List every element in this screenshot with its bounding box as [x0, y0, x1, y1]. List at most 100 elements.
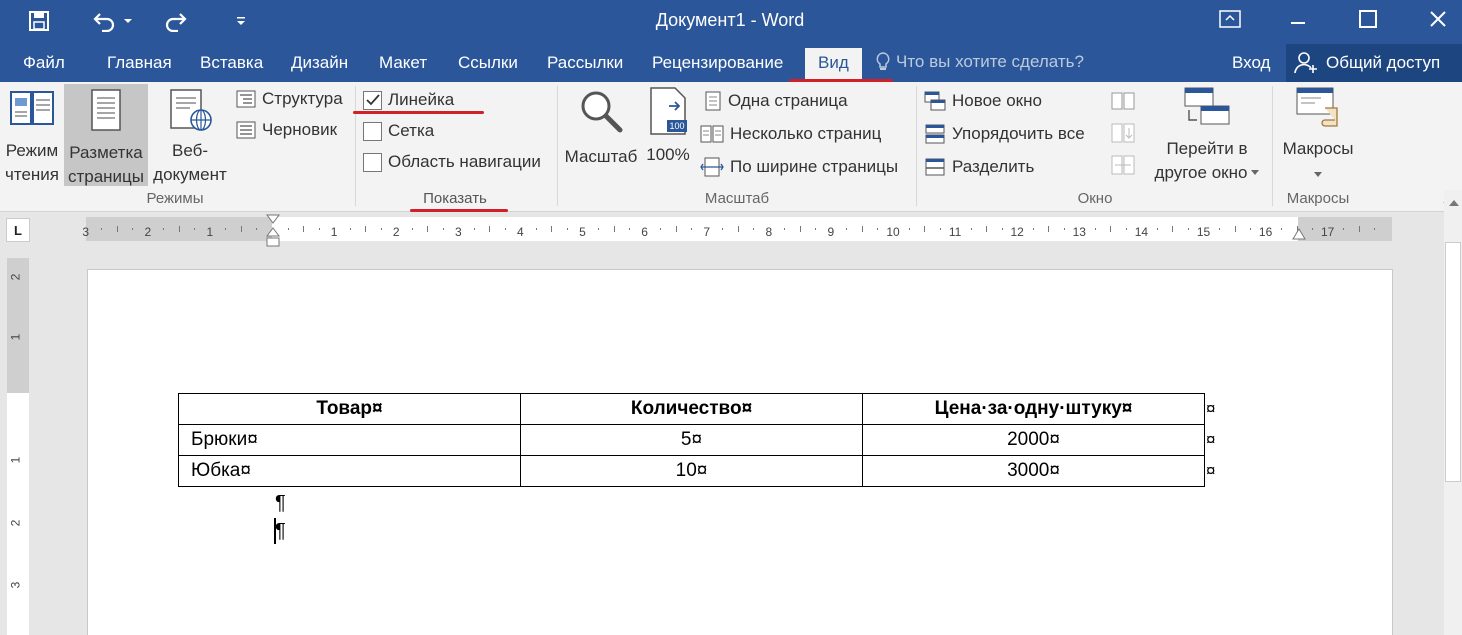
sign-in-link[interactable]: Вход	[1232, 53, 1270, 73]
print-layout-button[interactable]: Разметка страницы	[64, 84, 148, 186]
one-page-button[interactable]: Одна страница	[704, 91, 848, 111]
macros-button[interactable]: Макросы	[1276, 86, 1360, 185]
ruler-minor-tick	[613, 226, 615, 232]
zoom-button[interactable]: Масштаб	[562, 88, 640, 169]
ruler-minor-tick	[939, 228, 941, 230]
table-cell[interactable]: Брюки¤	[178, 424, 521, 456]
share-button[interactable]: Общий доступ	[1286, 44, 1462, 82]
table-header-cell[interactable]: Товар¤	[178, 393, 521, 425]
ruler-minor-tick	[1358, 226, 1360, 232]
ruler-minor-tick	[1343, 228, 1345, 230]
web-layout-label-1: Веб-	[171, 141, 208, 160]
group-label-show: Показать	[423, 190, 487, 207]
tab-file[interactable]: Файл	[23, 53, 65, 73]
tell-me-text: Что вы хотите сделать?	[896, 52, 1084, 71]
switch-windows-button[interactable]: Перейти в другое окно	[1142, 86, 1272, 185]
ruler-minor-tick	[504, 228, 506, 230]
table-row: Брюки¤ 5¤ 2000¤	[178, 424, 1205, 456]
navigation-pane-checkbox-box[interactable]	[363, 152, 382, 172]
synchronous-scrolling-icon[interactable]	[1110, 122, 1136, 149]
split-button[interactable]: Разделить	[924, 157, 1034, 177]
horizontal-ruler[interactable]: 3 2 1 1 2 3 4 5 6 7 8 9 10 11 12 13 14 15 16 17	[82, 217, 1392, 241]
ruler-minor-tick	[799, 226, 801, 232]
navigation-pane-checkbox[interactable]: Область навигации	[363, 152, 541, 172]
tab-references[interactable]: Ссылки	[458, 53, 518, 73]
ruler-minor-tick	[877, 228, 879, 230]
ruler-minor-tick	[535, 228, 537, 230]
ruler-checkbox-box[interactable]	[363, 90, 382, 110]
scroll-up-icon[interactable]	[1449, 194, 1459, 212]
draft-button[interactable]: Черновик	[236, 120, 337, 140]
customize-toolbar-icon[interactable]	[228, 6, 254, 36]
tab-review[interactable]: Рецензирование	[652, 53, 783, 73]
vertical-scrollbar[interactable]	[1444, 190, 1462, 635]
tab-selector[interactable]: L	[6, 218, 30, 242]
outline-button[interactable]: Структура	[236, 89, 343, 109]
title-bar: Документ1 - Word	[0, 0, 1462, 44]
new-window-icon	[924, 91, 946, 111]
read-mode-button[interactable]: Режим чтения	[2, 88, 62, 187]
document-table[interactable]: Товар¤ Количество¤ Цена·за·одну·штуку¤ Б…	[178, 393, 1205, 487]
right-indent-marker[interactable]	[1292, 228, 1306, 247]
ruler-tick-label: 1	[206, 225, 214, 239]
indent-markers[interactable]	[266, 214, 280, 253]
print-layout-label-1: Разметка	[69, 143, 143, 162]
vertical-ruler[interactable]: 2 1 1 2 3	[7, 258, 29, 635]
reset-window-position-icon[interactable]	[1110, 154, 1136, 181]
page-width-button[interactable]: По ширине страницы	[700, 157, 898, 177]
ruler-tick-label: 12	[1010, 225, 1024, 239]
ruler-minor-tick	[675, 226, 677, 232]
table-cell[interactable]: 10¤	[520, 455, 863, 487]
tab-insert[interactable]: Вставка	[200, 53, 263, 73]
grid-checkbox[interactable]: Сетка	[363, 121, 434, 141]
ruler-tick-label: 1	[330, 225, 338, 239]
new-window-button[interactable]: Новое окно	[924, 91, 1042, 111]
macros-label: Макросы	[1282, 139, 1354, 158]
table-cell[interactable]: 3000¤	[862, 455, 1205, 487]
lightbulb-icon	[876, 52, 890, 70]
read-mode-label-1: Режим	[5, 141, 59, 160]
paragraph-mark: ¶	[275, 520, 286, 542]
table-cell[interactable]: Юбка¤	[178, 455, 521, 487]
ribbon-display-options-icon[interactable]	[1210, 4, 1250, 34]
multiple-pages-button[interactable]: Несколько страниц	[700, 124, 881, 144]
save-icon[interactable]	[22, 6, 56, 36]
ruler-tick-label: 6	[641, 225, 648, 239]
zoom-100-button[interactable]: 100 100%	[644, 86, 692, 167]
ruler-minor-tick	[1219, 228, 1221, 230]
undo-dropdown-icon[interactable]	[118, 6, 138, 36]
tab-layout[interactable]: Макет	[379, 53, 427, 73]
ruler-minor-tick	[489, 226, 491, 232]
table-cell[interactable]: 5¤	[520, 424, 863, 456]
tell-me-search[interactable]: Что вы хотите сделать?	[876, 52, 1084, 72]
tab-mailings[interactable]: Рассылки	[547, 53, 623, 73]
ruler-minor-tick	[1312, 228, 1314, 230]
scroll-thumb[interactable]	[1445, 242, 1461, 482]
outline-icon	[236, 90, 256, 108]
tab-home[interactable]: Главная	[107, 53, 172, 73]
chevron-down-icon	[1314, 172, 1322, 177]
minimize-icon[interactable]	[1278, 4, 1318, 34]
paragraph-mark: ¶	[275, 492, 286, 514]
redo-icon[interactable]	[158, 6, 192, 36]
table-header-cell[interactable]: Цена·за·одну·штуку¤	[862, 393, 1205, 425]
vertical-ruler-label: 1	[8, 456, 23, 464]
web-layout-button[interactable]: Веб- документ	[150, 88, 230, 187]
ruler-checkbox[interactable]: Линейка	[363, 90, 454, 110]
tab-view[interactable]: Вид	[805, 48, 862, 82]
table-header-cell[interactable]: Количество¤	[520, 393, 863, 425]
grid-checkbox-box[interactable]	[363, 121, 382, 141]
table-cell[interactable]: 2000¤	[862, 424, 1205, 456]
close-icon[interactable]	[1418, 4, 1458, 34]
ruler-tick-label: 8	[765, 225, 773, 239]
undo-icon[interactable]	[88, 6, 122, 36]
view-side-by-side-icon[interactable]	[1110, 91, 1136, 116]
tab-design[interactable]: Дизайн	[291, 53, 348, 73]
ruler-minor-tick	[1156, 228, 1158, 230]
ruler-minor-tick	[924, 226, 926, 232]
ruler-minor-tick	[566, 228, 568, 230]
ruler-minor-tick	[908, 228, 910, 230]
maximize-icon[interactable]	[1348, 4, 1388, 34]
ruler-minor-tick	[629, 228, 631, 230]
arrange-all-button[interactable]: Упорядочить все	[924, 124, 1085, 144]
